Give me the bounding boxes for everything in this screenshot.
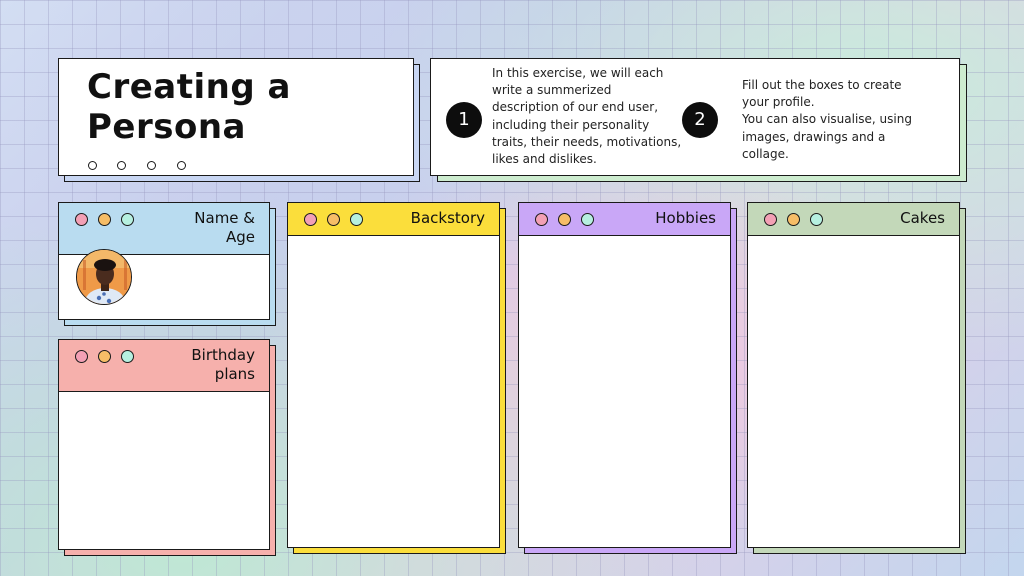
- birthday-card: Birthday plans: [58, 339, 270, 550]
- cakes-header: Cakes: [748, 203, 959, 236]
- name-age-card: Name & Age: [58, 202, 270, 320]
- birthday-header: Birthday plans: [59, 340, 269, 392]
- dot-mint-icon: [350, 213, 363, 226]
- name-age-header: Name & Age: [59, 203, 269, 255]
- decor-dot-2: [117, 161, 126, 170]
- dot-orange-icon: [327, 213, 340, 226]
- dot-orange-icon: [787, 213, 800, 226]
- dot-orange-icon: [98, 350, 111, 363]
- dot-mint-icon: [121, 350, 134, 363]
- step-2-text: Fill out the boxes to create your profil…: [742, 78, 912, 161]
- title-card: Creating a Persona: [58, 58, 414, 176]
- step-1-number: 1: [446, 102, 482, 138]
- decor-dot-4: [177, 161, 186, 170]
- backstory-header: Backstory: [288, 203, 499, 236]
- dot-mint-icon: [581, 213, 594, 226]
- dot-orange-icon: [558, 213, 571, 226]
- dot-mint-icon: [810, 213, 823, 226]
- dot-mint-icon: [121, 213, 134, 226]
- dot-pink-icon: [75, 350, 88, 363]
- backstory-title: Backstory: [410, 209, 485, 227]
- page-title: Creating a Persona: [87, 67, 291, 147]
- dot-pink-icon: [75, 213, 88, 226]
- cakes-title: Cakes: [900, 209, 945, 227]
- backstory-card: Backstory: [287, 202, 500, 548]
- dot-orange-icon: [98, 213, 111, 226]
- decor-dot-1: [88, 161, 97, 170]
- decor-dot-3: [147, 161, 156, 170]
- steps-card: 1 In this exercise, we will each write a…: [430, 58, 960, 176]
- person-photo-icon: [77, 250, 131, 304]
- dot-pink-icon: [304, 213, 317, 226]
- hobbies-card: Hobbies: [518, 202, 731, 548]
- page-title-line-2: Persona: [87, 107, 246, 147]
- dot-pink-icon: [764, 213, 777, 226]
- dot-pink-icon: [535, 213, 548, 226]
- name-age-title: Name & Age: [194, 209, 255, 246]
- step-1-text: In this exercise, we will each write a s…: [492, 66, 682, 167]
- hobbies-header: Hobbies: [519, 203, 730, 236]
- page-title-line-1: Creating a: [87, 67, 291, 107]
- step-2-number: 2: [682, 102, 718, 138]
- hobbies-title: Hobbies: [655, 209, 716, 227]
- birthday-title: Birthday plans: [191, 346, 255, 383]
- persona-avatar: [76, 249, 132, 305]
- cakes-card: Cakes: [747, 202, 960, 548]
